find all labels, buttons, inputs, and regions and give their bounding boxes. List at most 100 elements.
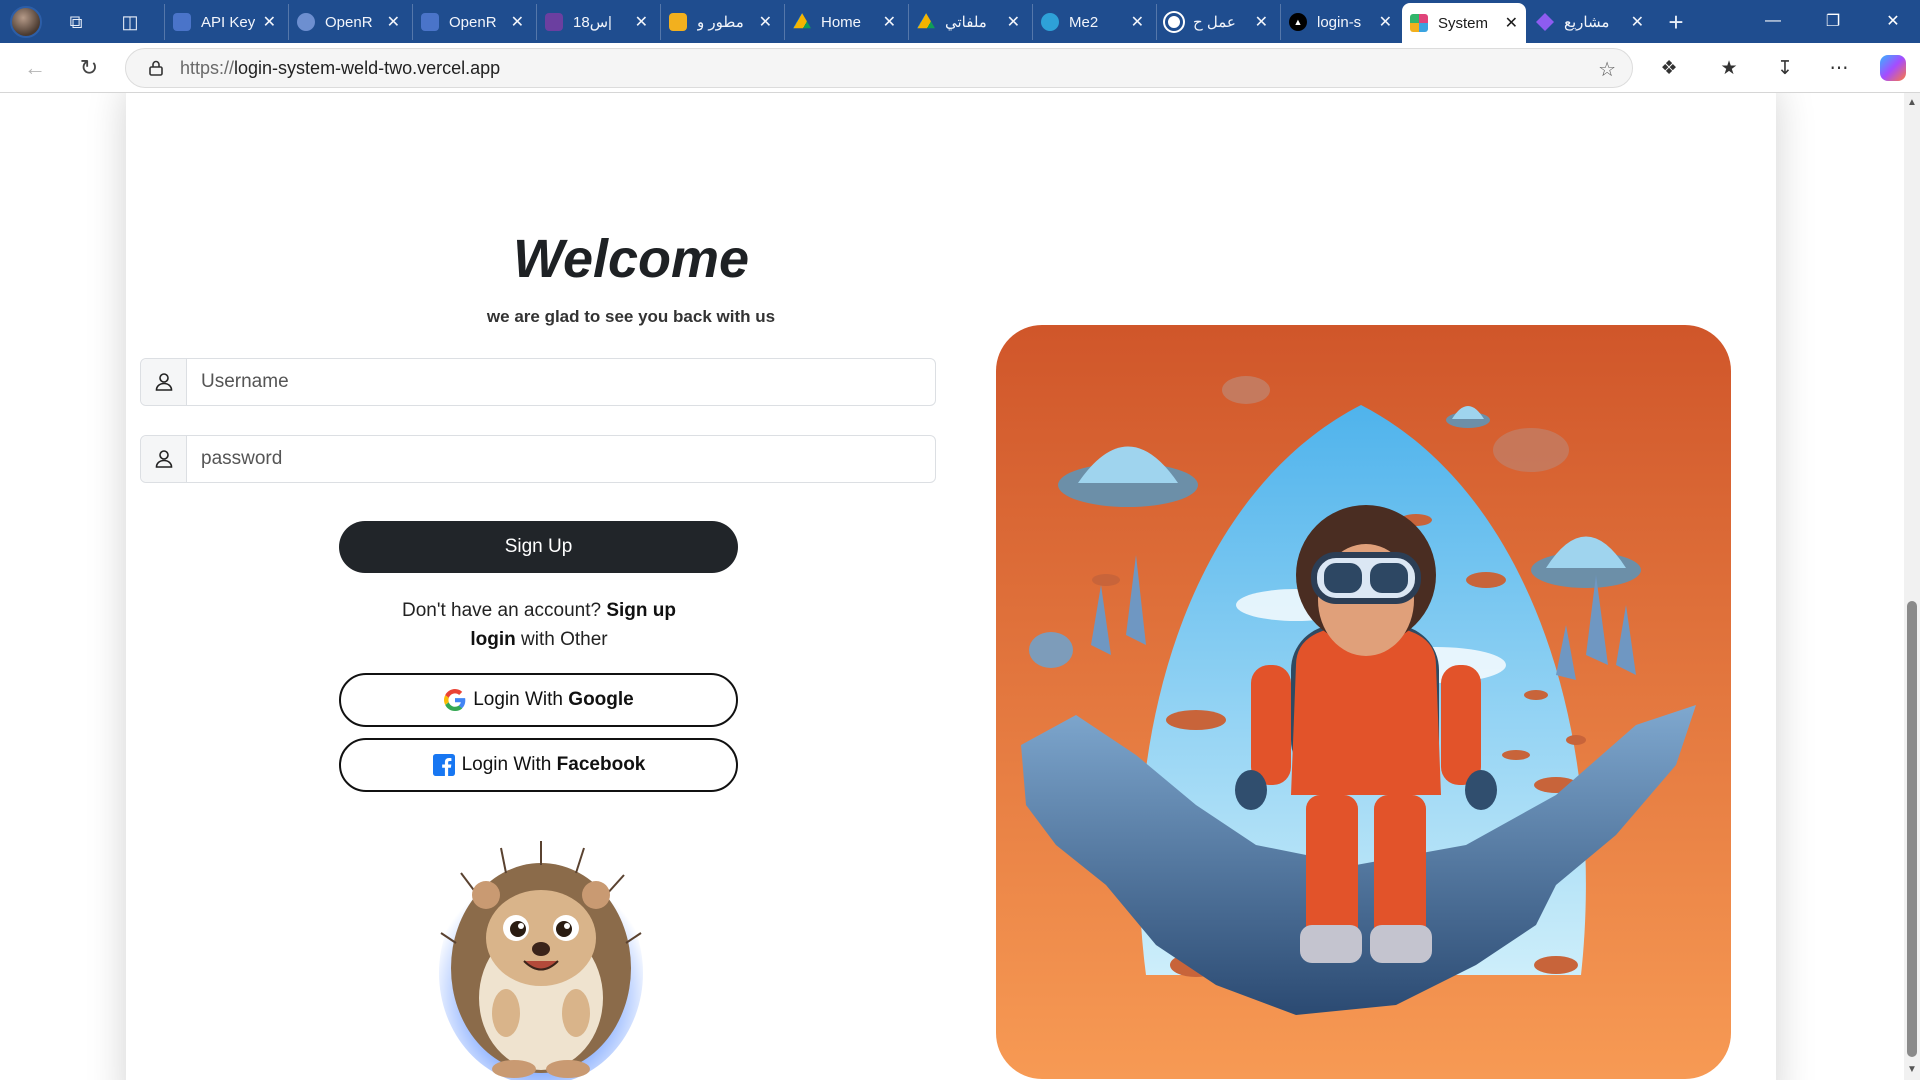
favorite-star-icon[interactable]: ☆ bbox=[1598, 57, 1616, 82]
tab-developer[interactable]: مطور و ✕ bbox=[660, 4, 780, 40]
tab-title: Home bbox=[821, 13, 862, 31]
close-tab-icon[interactable]: ✕ bbox=[883, 12, 896, 32]
lock-icon[interactable] bbox=[146, 58, 166, 78]
user-icon bbox=[141, 436, 187, 482]
close-tab-icon[interactable]: ✕ bbox=[511, 12, 524, 32]
hero-illustration-image bbox=[996, 325, 1731, 1079]
tab-me2[interactable]: Me2 ✕ bbox=[1032, 4, 1152, 40]
login-other-line: login with Other bbox=[126, 629, 952, 651]
hedgehog-mascot-image bbox=[439, 841, 643, 1080]
tab-s18[interactable]: س18| ✕ bbox=[536, 4, 656, 40]
tab-favicon-icon bbox=[669, 13, 687, 31]
login-google-button[interactable]: Login With Google bbox=[339, 673, 738, 727]
close-tab-icon[interactable]: ✕ bbox=[1631, 12, 1644, 32]
tab-title: API Key bbox=[201, 13, 255, 31]
page-subtitle: we are glad to see you back with us bbox=[486, 307, 776, 326]
url-host: login-system-weld-two.vercel.app bbox=[234, 57, 501, 78]
password-input[interactable] bbox=[187, 436, 935, 482]
tab-favicon-icon bbox=[421, 13, 439, 31]
close-tab-icon[interactable]: ✕ bbox=[1131, 12, 1144, 32]
tab-openr-1[interactable]: OpenR ✕ bbox=[288, 4, 408, 40]
user-icon bbox=[141, 359, 187, 405]
vertical-tabs-icon[interactable]: ◫ bbox=[116, 8, 144, 36]
close-tab-icon[interactable]: ✕ bbox=[1007, 12, 1020, 32]
close-tab-icon[interactable]: ✕ bbox=[387, 12, 400, 32]
login-facebook-button[interactable]: Login With Facebook bbox=[339, 738, 738, 792]
tab-title: OpenR bbox=[449, 13, 497, 31]
drive-icon bbox=[917, 13, 935, 29]
more-menu-icon[interactable]: ⋯ bbox=[1824, 53, 1854, 83]
system-favicon-icon bbox=[1410, 14, 1428, 32]
url-text[interactable]: https://login-system-weld-two.vercel.app bbox=[180, 58, 500, 79]
address-bar[interactable]: https://login-system-weld-two.vercel.app… bbox=[125, 48, 1633, 88]
close-tab-icon[interactable]: ✕ bbox=[1255, 12, 1268, 32]
close-tab-icon[interactable]: ✕ bbox=[1379, 12, 1392, 32]
facebook-button-brand: Facebook bbox=[556, 754, 646, 775]
tab-api-key[interactable]: API Key ✕ bbox=[164, 4, 284, 40]
close-tab-icon[interactable]: ✕ bbox=[1505, 13, 1518, 33]
no-account-text: Don't have an account? bbox=[402, 600, 602, 621]
username-field bbox=[140, 358, 936, 406]
refresh-icon[interactable]: ↻ bbox=[72, 51, 106, 85]
scroll-down-arrow-icon[interactable]: ▼ bbox=[1906, 1064, 1918, 1076]
facebook-icon bbox=[432, 753, 456, 777]
login-link[interactable]: login bbox=[470, 629, 515, 650]
downloads-icon[interactable]: ↧ bbox=[1770, 53, 1800, 83]
browser-toolbar: ← ↻ https://login-system-weld-two.vercel… bbox=[0, 43, 1920, 93]
tab-favicon-icon bbox=[545, 13, 563, 31]
tab-title: مشاريع bbox=[1564, 14, 1610, 31]
tab-strip: ⧉ ◫ API Key ✕ OpenR ✕ OpenR ✕ س18| ✕ مطو… bbox=[0, 0, 1920, 43]
close-tab-icon[interactable]: ✕ bbox=[635, 12, 648, 32]
close-window-icon[interactable]: ✕ bbox=[1870, 6, 1916, 36]
chatgpt-icon bbox=[1165, 13, 1183, 31]
tab-title: System bbox=[1438, 14, 1489, 32]
facebook-button-prefix: Login With bbox=[461, 754, 552, 775]
page-viewport: Welcome we are glad to see you back with… bbox=[0, 93, 1920, 1080]
extensions-icon[interactable]: ❖ bbox=[1654, 53, 1684, 83]
tab-work[interactable]: عمل ح ✕ bbox=[1156, 4, 1276, 40]
tab-title: مطور و bbox=[697, 14, 744, 31]
close-tab-icon[interactable]: ✕ bbox=[759, 12, 772, 32]
tab-projects[interactable]: مشاريع ✕ bbox=[1528, 4, 1652, 40]
tab-title: س18| bbox=[573, 14, 612, 31]
favorites-icon[interactable]: ★ bbox=[1714, 53, 1744, 83]
tab-favicon-icon bbox=[173, 13, 191, 31]
login-card: Welcome we are glad to see you back with… bbox=[126, 93, 1776, 1080]
tab-openr-2[interactable]: OpenR ✕ bbox=[412, 4, 532, 40]
tab-title: ملفاتي bbox=[945, 14, 987, 31]
google-icon bbox=[443, 688, 467, 712]
page-scrollbar[interactable]: ▲ ▼ bbox=[1904, 93, 1920, 1080]
password-field bbox=[140, 435, 936, 483]
tab-title: Me2 bbox=[1069, 13, 1099, 31]
back-arrow-icon[interactable]: ← bbox=[18, 51, 52, 85]
page-title: Welcome bbox=[512, 229, 750, 289]
google-button-prefix: Login With bbox=[473, 689, 564, 710]
restore-icon[interactable]: ❐ bbox=[1810, 6, 1856, 36]
sign-up-button[interactable]: Sign Up bbox=[339, 521, 738, 573]
sign-up-link[interactable]: Sign up bbox=[606, 600, 676, 621]
tab-login-s[interactable]: ▲ login-s ✕ bbox=[1280, 4, 1400, 40]
scroll-up-arrow-icon[interactable]: ▲ bbox=[1906, 97, 1918, 109]
tab-favicon-icon bbox=[297, 13, 315, 31]
url-scheme: https:// bbox=[180, 57, 235, 78]
vercel-icon: ▲ bbox=[1289, 13, 1307, 31]
tab-title: login-s bbox=[1317, 13, 1362, 31]
scrollbar-thumb[interactable] bbox=[1907, 601, 1917, 1057]
username-input[interactable] bbox=[187, 359, 935, 405]
tab-home[interactable]: Home ✕ bbox=[784, 4, 904, 40]
profile-avatar[interactable] bbox=[10, 6, 42, 38]
tab-title: OpenR bbox=[325, 13, 373, 31]
copilot-icon[interactable] bbox=[1878, 53, 1908, 83]
minimize-icon[interactable]: — bbox=[1750, 6, 1796, 36]
tab-system-active[interactable]: System ✕ bbox=[1402, 3, 1526, 43]
google-button-brand: Google bbox=[568, 689, 634, 710]
new-tab-icon[interactable]: + bbox=[1662, 7, 1690, 37]
drive-icon bbox=[793, 13, 811, 29]
telegram-icon bbox=[1041, 13, 1059, 31]
close-tab-icon[interactable]: ✕ bbox=[263, 12, 276, 32]
with-other-text: with Other bbox=[521, 629, 608, 650]
tab-favicon-icon bbox=[1536, 13, 1554, 31]
tab-my-files[interactable]: ملفاتي ✕ bbox=[908, 4, 1028, 40]
workspaces-icon[interactable]: ⧉ bbox=[62, 8, 90, 36]
tab-title: عمل ح bbox=[1193, 14, 1236, 31]
